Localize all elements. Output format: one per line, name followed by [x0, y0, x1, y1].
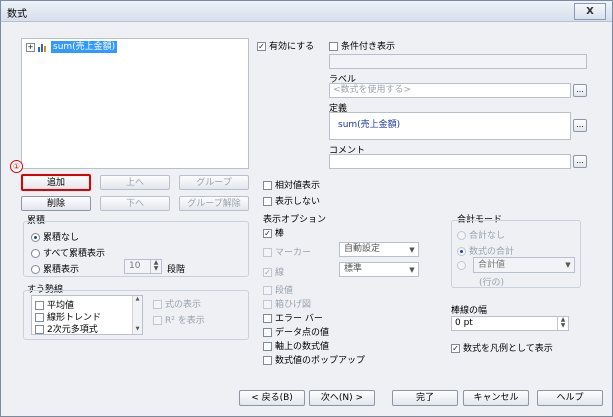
checkbox-icon — [263, 314, 272, 323]
steps-label: 段階 — [167, 265, 186, 275]
ungroup-button[interactable]: グループ解除 — [179, 196, 249, 211]
marker-select[interactable]: 自動設定 ▼ — [339, 242, 419, 257]
checkbox-icon — [153, 316, 162, 325]
total-option-value[interactable] — [457, 261, 469, 271]
step-checkbox[interactable]: 段値 — [263, 283, 293, 296]
radio-icon — [31, 249, 40, 258]
up-button[interactable]: 上へ — [100, 175, 170, 190]
error-bar-checkbox[interactable]: エラー バー — [263, 311, 323, 324]
hidden-check-icon — [263, 197, 272, 206]
relative-checkbox[interactable]: 相対値表示 — [263, 178, 320, 191]
marker-checkbox[interactable]: マーカー — [263, 245, 311, 258]
enable-checkbox[interactable]: ✓ 有効にする — [257, 39, 314, 52]
steps-stepper[interactable]: 10 ▲ ▼ — [124, 259, 162, 274]
expression-dialog: 数式 X + sum(売上金額) ① 追加 上へ グループ 削除 下へ グループ… — [0, 0, 613, 417]
total-value-select[interactable]: 合計値 ▼ — [473, 257, 575, 273]
chevron-down-icon: ▼ — [409, 266, 415, 274]
spin-arrows-icon[interactable]: ▲ ▼ — [150, 260, 161, 273]
bar-width-stepper[interactable]: 0 pt ▲ ▼ — [451, 316, 569, 331]
data-values-checkbox[interactable]: データ点の値 — [263, 325, 329, 338]
down-button[interactable]: 下へ — [100, 196, 170, 211]
conditional-check-icon — [329, 42, 338, 51]
next-button[interactable]: 次へ(N) > — [309, 390, 375, 406]
trendline-item[interactable]: 2次元多項式 — [35, 322, 98, 335]
conditional-checkbox[interactable]: 条件付き表示 — [329, 39, 395, 52]
cancel-button[interactable]: キャンセル — [463, 390, 529, 406]
checkbox-icon — [35, 313, 44, 322]
checkbox-icon — [263, 248, 272, 257]
total-option-sum[interactable]: 数式の合計 — [457, 244, 514, 257]
accumulation-option-none[interactable]: 累積なし — [31, 230, 79, 243]
accumulation-option-steps[interactable]: 累積表示 — [31, 262, 79, 275]
comment-ellipsis-button[interactable]: ... — [573, 155, 587, 168]
group-button[interactable]: グループ — [179, 175, 249, 190]
chevron-down-icon: ▼ — [565, 261, 571, 269]
chart-icon — [37, 42, 49, 52]
radio-selected-icon — [31, 233, 40, 242]
show-formula-checkbox[interactable]: 式の表示 — [153, 297, 201, 310]
spin-arrows-icon[interactable]: ▲ ▼ — [557, 317, 568, 330]
radio-icon — [457, 261, 466, 270]
enable-check-icon: ✓ — [257, 42, 266, 51]
definition-ellipsis-button[interactable]: ... — [573, 119, 587, 132]
checkbox-icon — [35, 301, 44, 310]
checkbox-icon — [35, 325, 44, 334]
help-button[interactable]: ヘルプ — [537, 390, 603, 406]
dialog-title: 数式 — [7, 9, 27, 20]
label-ellipsis-button[interactable]: ... — [573, 84, 587, 97]
checkbox-icon — [263, 356, 272, 365]
radio-selected-icon — [457, 247, 466, 256]
checkbox-icon — [153, 300, 162, 309]
expression-tree[interactable]: + sum(売上金額) — [21, 38, 249, 169]
expand-icon[interactable]: + — [26, 43, 35, 52]
legend-check-icon: ✓ — [451, 344, 460, 353]
checkbox-icon — [263, 342, 272, 351]
back-button[interactable]: < 戻る(B) — [239, 390, 305, 406]
tree-item-sum[interactable]: sum(売上金額) — [51, 41, 118, 53]
trendline-list[interactable]: 平均値 線形トレンド 2次元多項式 ▲ ▼ — [31, 295, 143, 335]
checkbox-icon — [263, 300, 272, 309]
relative-check-icon — [263, 181, 272, 190]
checkbox-icon — [263, 328, 272, 337]
finish-button[interactable]: 完了 — [392, 390, 458, 406]
total-row-label: (行の) — [479, 278, 505, 288]
step-badge: ① — [10, 160, 23, 173]
display-options-title: 表示オプション — [263, 215, 327, 225]
axis-values-checkbox[interactable]: 軸上の数式値 — [263, 339, 329, 352]
radio-icon — [457, 231, 466, 240]
close-button[interactable]: X — [574, 3, 606, 20]
radio-icon — [31, 265, 40, 274]
accumulation-option-all[interactable]: すべて累積表示 — [31, 246, 105, 259]
scrollbar[interactable]: ▲ ▼ — [132, 296, 142, 334]
popup-checkbox[interactable]: 数式値のポップアップ — [263, 353, 365, 366]
checkbox-icon — [263, 286, 272, 295]
hidden-checkbox[interactable]: 表示しない — [263, 194, 320, 207]
comment-field[interactable] — [329, 154, 571, 169]
label-field[interactable]: <数式を使用する> — [329, 83, 571, 98]
conditional-field[interactable] — [329, 54, 587, 69]
bar-checkbox[interactable]: ✓ 棒 — [263, 226, 284, 239]
show-r2-checkbox[interactable]: R² を表示 — [153, 313, 205, 326]
delete-button[interactable]: 削除 — [21, 196, 91, 211]
box-plot-checkbox[interactable]: 箱ひげ図 — [263, 297, 311, 310]
legend-checkbox[interactable]: ✓ 数式を凡例として表示 — [451, 341, 553, 354]
line-checkbox[interactable]: ✓ 線 — [263, 265, 284, 278]
title-bar: 数式 X — [1, 1, 612, 22]
bar-check-icon: ✓ — [263, 229, 272, 238]
definition-field[interactable]: sum(売上金額) — [329, 112, 571, 140]
line-select[interactable]: 標準 ▼ — [339, 262, 419, 277]
total-option-none[interactable]: 合計なし — [457, 228, 505, 241]
add-button[interactable]: 追加 — [21, 174, 91, 191]
bar-width-title: 棒線の幅 — [451, 306, 488, 316]
line-check-icon: ✓ — [263, 268, 272, 277]
chevron-down-icon: ▼ — [409, 246, 415, 254]
